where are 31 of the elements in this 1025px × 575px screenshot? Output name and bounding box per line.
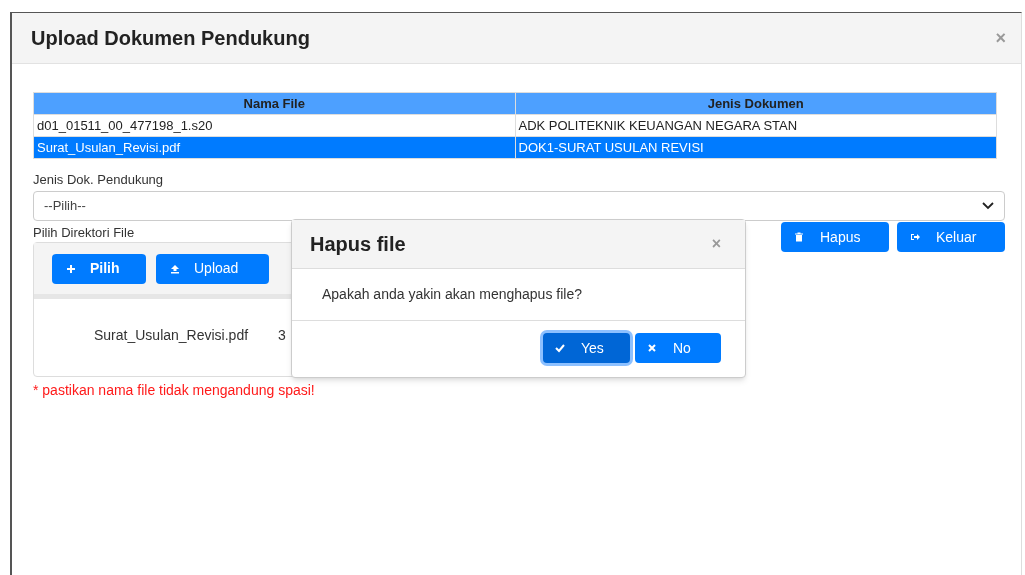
table-cell: DOK1-SURAT USULAN REVISI: [515, 136, 997, 159]
file-size: 3: [278, 325, 286, 345]
trash-icon: [794, 232, 804, 242]
warning-note: * pastikan nama file tidak mengandung spasi!: [33, 381, 316, 400]
action-button[interactable]: Keluar: [897, 222, 1005, 252]
column-header: Nama File: [33, 92, 515, 115]
plus-icon: [66, 263, 76, 274]
dialog-message: Apakah anda yakin akan menghapus file?: [322, 285, 582, 304]
exit-icon: [910, 232, 920, 242]
check-icon: [555, 343, 565, 353]
table-row[interactable]: d01_01511_00_477198_1.s20 ADK POLITEKNIK KEUANGAN NEGARA STAN: [33, 114, 997, 137]
upload-icon: [170, 263, 180, 274]
table-row[interactable]: Surat_Usulan_Revisi.pdf DOK1-SURAT USULAN REVISI: [33, 136, 997, 159]
modal-title: Upload Dokumen Pendukung: [31, 26, 310, 51]
table-cell: Surat_Usulan_Revisi.pdf: [33, 136, 515, 159]
field-label: Pilih Direktori File: [33, 224, 136, 242]
close-button[interactable]: ×: [995, 29, 1006, 47]
chevron-down-icon: [982, 202, 994, 210]
column-header: Jenis Dokumen: [515, 92, 997, 115]
dialog-title: Hapus file: [310, 232, 406, 257]
action-button[interactable]: Yes: [543, 333, 630, 363]
field-label: Jenis Dok. Pendukung: [33, 171, 165, 189]
cross-icon: [647, 343, 657, 353]
action-button[interactable]: No: [635, 333, 721, 363]
action-button[interactable]: Hapus: [781, 222, 889, 252]
action-button[interactable]: Upload: [156, 253, 269, 284]
table-cell: ADK POLITEKNIK KEUANGAN NEGARA STAN: [515, 114, 997, 137]
action-button[interactable]: Pilih: [52, 253, 146, 284]
table-cell: d01_01511_00_477198_1.s20: [33, 114, 515, 137]
close-button[interactable]: ×: [711, 236, 721, 252]
file-name: Surat_Usulan_Revisi.pdf: [94, 325, 249, 345]
